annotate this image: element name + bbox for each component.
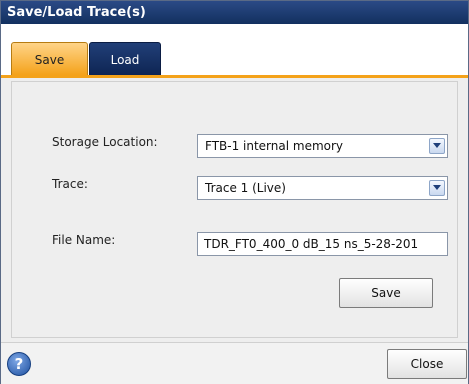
chevron-down-icon[interactable] (429, 138, 445, 154)
save-load-dialog: Save/Load Trace(s) Save Load Storage Loc… (0, 0, 469, 384)
tab-underline (1, 75, 468, 78)
tab-save[interactable]: Save (11, 42, 88, 76)
help-icon[interactable]: ? (7, 352, 31, 376)
trace-select[interactable]: Trace 1 (Live) (197, 176, 448, 200)
chevron-down-icon[interactable] (429, 180, 445, 196)
tab-load[interactable]: Load (89, 42, 161, 76)
tab-strip: Save Load (1, 24, 468, 78)
storage-location-select[interactable]: FTB-1 internal memory (197, 134, 448, 158)
file-name-label: File Name: (52, 233, 116, 247)
dialog-title: Save/Load Trace(s) (1, 1, 468, 24)
save-button[interactable]: Save (339, 278, 433, 308)
footer-bar: ? Close (1, 342, 468, 384)
trace-label: Trace: (52, 177, 88, 191)
trace-value: Trace 1 (Live) (205, 181, 286, 195)
close-button[interactable]: Close (387, 349, 467, 379)
storage-location-label: Storage Location: (52, 135, 158, 149)
storage-location-value: FTB-1 internal memory (205, 139, 344, 153)
save-panel: Storage Location: FTB-1 internal memory … (11, 81, 458, 338)
file-name-input[interactable]: TDR_FT0_400_0 dB_15 ns_5-28-201 (197, 232, 448, 256)
